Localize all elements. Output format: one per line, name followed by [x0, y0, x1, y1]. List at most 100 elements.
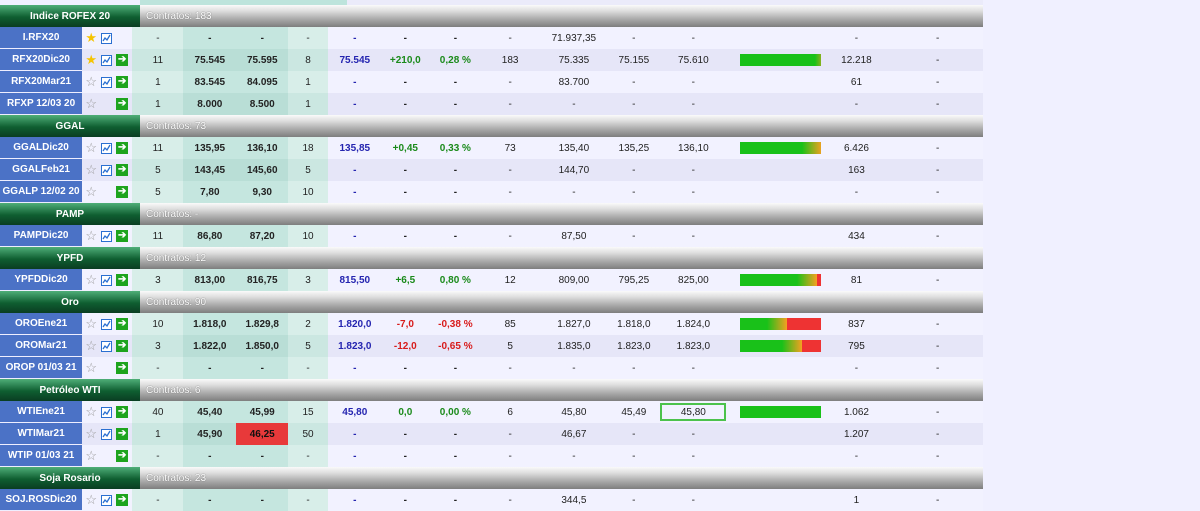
instrument-symbol[interactable]: RFX20Mar21 [0, 71, 83, 93]
bid-qty-cell[interactable]: - [132, 357, 184, 379]
ask-qty-cell[interactable]: 1 [288, 71, 328, 93]
ask-qty-cell[interactable]: 5 [288, 335, 328, 357]
ask-qty-cell[interactable]: 5 [288, 159, 328, 181]
bid-price-cell[interactable]: - [183, 357, 237, 379]
ask-price-cell[interactable]: 46,25 [236, 423, 289, 445]
chart-icon[interactable] [101, 428, 113, 440]
favorite-star-icon[interactable]: ☆ [85, 449, 97, 462]
ask-qty-cell[interactable]: 1 [288, 93, 328, 115]
chart-icon[interactable] [101, 32, 113, 44]
bid-price-cell[interactable]: 1.818,0 [183, 313, 237, 335]
instrument-symbol[interactable]: GGALP 12/02 20 [0, 181, 83, 203]
ask-price-cell[interactable]: 9,30 [236, 181, 289, 203]
instrument-symbol[interactable]: OROP 01/03 21 [0, 357, 83, 379]
ask-price-cell[interactable]: - [236, 357, 289, 379]
trade-arrow-icon[interactable]: ➔ [116, 428, 129, 440]
bid-price-cell[interactable]: 45,90 [183, 423, 237, 445]
instrument-symbol[interactable]: OROEne21 [0, 313, 83, 335]
bid-qty-cell[interactable]: 1 [132, 71, 184, 93]
instrument-symbol[interactable]: PAMPDic20 [0, 225, 83, 247]
trade-arrow-icon[interactable]: ➔ [116, 164, 129, 176]
instrument-row[interactable]: GGALDic20 ☆ ➔ 11 135,95 136,10 18 135,85 +0,45 0,… [0, 137, 983, 159]
instrument-row[interactable]: SOJ.ROSDic20 ☆ ➔ - - - - - - - -344,5- -1- [0, 489, 983, 511]
instrument-row[interactable]: RFXP 12/03 20 ☆ ➔ 1 8.000 8.500 1- - - - - - - - - [0, 93, 983, 115]
ask-price-cell[interactable]: 75.595 [236, 49, 289, 71]
bid-qty-cell[interactable]: 3 [132, 269, 184, 291]
chart-icon[interactable] [101, 494, 113, 506]
favorite-star-icon[interactable]: ☆ [85, 273, 97, 286]
trade-arrow-icon[interactable]: ➔ [116, 142, 129, 154]
instrument-row[interactable]: PAMPDic20 ☆ ➔ 11 86,80 87,20 10- - - -87,50- -434- [0, 225, 983, 247]
ask-qty-cell[interactable]: - [288, 27, 328, 49]
favorite-star-icon[interactable]: ☆ [85, 427, 97, 440]
trade-arrow-icon[interactable]: ➔ [116, 362, 129, 374]
group-name[interactable]: YPFD [0, 247, 140, 269]
instrument-row[interactable]: RFX20Dic20 ★ ➔ 11 75.545 75.595 8 75.545 +210,0 0… [0, 49, 983, 71]
bid-qty-cell[interactable]: 3 [132, 335, 184, 357]
instrument-row[interactable]: YPFDDic20 ☆ ➔ 3 813,00 816,75 3 815,50 +6,5 0,80 … [0, 269, 983, 291]
ask-price-cell[interactable]: 45,99 [236, 401, 289, 423]
instrument-symbol[interactable]: WTIEne21 [0, 401, 83, 423]
chart-icon[interactable] [101, 406, 113, 418]
group-name[interactable]: Petróleo WTI [0, 379, 140, 401]
bid-price-cell[interactable]: 813,00 [183, 269, 237, 291]
instrument-symbol[interactable]: RFX20Dic20 [0, 49, 83, 71]
bid-price-cell[interactable]: 75.545 [183, 49, 237, 71]
favorite-star-icon[interactable]: ☆ [85, 229, 97, 242]
instrument-row[interactable]: OROEne21 ☆ ➔ 10 1.818,0 1.829,8 2 1.820,0 -7,0 -0… [0, 313, 983, 335]
instrument-row[interactable]: GGALFeb21 ☆ ➔ 5 143,45 145,60 5- - - -144,70- -163… [0, 159, 983, 181]
ask-price-cell[interactable]: 8.500 [236, 93, 289, 115]
bid-qty-cell[interactable]: - [132, 489, 184, 511]
instrument-symbol[interactable]: GGALDic20 [0, 137, 83, 159]
instrument-row[interactable]: OROP 01/03 21 ☆ ➔ - - - - - - - - - - - - - [0, 357, 983, 379]
favorite-star-icon[interactable]: ☆ [85, 185, 97, 198]
instrument-symbol[interactable]: OROMar21 [0, 335, 83, 357]
ask-price-cell[interactable]: - [236, 489, 289, 511]
bid-price-cell[interactable]: 86,80 [183, 225, 237, 247]
bid-qty-cell[interactable]: 10 [132, 313, 184, 335]
ask-qty-cell[interactable]: - [288, 489, 328, 511]
instrument-row[interactable]: OROMar21 ☆ ➔ 3 1.822,0 1.850,0 5 1.823,0 -12,0 -0… [0, 335, 983, 357]
bid-price-cell[interactable]: 83.545 [183, 71, 237, 93]
ask-price-cell[interactable]: 87,20 [236, 225, 289, 247]
instrument-symbol[interactable]: WTIP 01/03 21 [0, 445, 83, 467]
trade-arrow-icon[interactable]: ➔ [116, 318, 129, 330]
ask-qty-cell[interactable]: 3 [288, 269, 328, 291]
favorite-star-icon[interactable]: ☆ [85, 97, 97, 110]
bid-price-cell[interactable]: 1.822,0 [183, 335, 237, 357]
bid-price-cell[interactable]: - [183, 445, 237, 467]
ask-qty-cell[interactable]: - [288, 445, 328, 467]
bid-qty-cell[interactable]: 11 [132, 225, 184, 247]
bid-qty-cell[interactable]: 5 [132, 159, 184, 181]
bid-price-cell[interactable]: 7,80 [183, 181, 237, 203]
chart-icon[interactable] [101, 54, 113, 66]
instrument-row[interactable]: WTIMar21 ☆ ➔ 1 45,90 46,25 50- - - -46,67- -1.207- [0, 423, 983, 445]
chart-icon[interactable] [101, 274, 113, 286]
group-name[interactable]: Oro [0, 291, 140, 313]
favorite-star-icon[interactable]: ☆ [85, 317, 97, 330]
favorite-star-icon[interactable]: ★ [85, 53, 97, 66]
bid-price-cell[interactable]: 8.000 [183, 93, 237, 115]
bid-price-cell[interactable]: 135,95 [183, 137, 237, 159]
instrument-symbol[interactable]: YPFDDic20 [0, 269, 83, 291]
bid-price-cell[interactable]: - [183, 27, 237, 49]
bid-price-cell[interactable]: 143,45 [183, 159, 237, 181]
favorite-star-icon[interactable]: ☆ [85, 405, 97, 418]
trade-arrow-icon[interactable]: ➔ [116, 98, 129, 110]
group-name[interactable]: Indice ROFEX 20 [0, 5, 140, 27]
instrument-symbol[interactable]: I.RFX20 [0, 27, 83, 49]
ask-price-cell[interactable]: 136,10 [236, 137, 289, 159]
ask-qty-cell[interactable]: 10 [288, 225, 328, 247]
bid-price-cell[interactable]: 45,40 [183, 401, 237, 423]
instrument-row[interactable]: GGALP 12/02 20 ☆ ➔ 5 7,80 9,30 10- - - - - - - - - [0, 181, 983, 203]
bid-qty-cell[interactable]: 11 [132, 49, 184, 71]
trade-arrow-icon[interactable]: ➔ [116, 186, 129, 198]
instrument-row[interactable]: WTIEne21 ☆ ➔ 40 45,40 45,99 15 45,80 0,0 0,00 % 6 4… [0, 401, 983, 423]
trade-arrow-icon[interactable]: ➔ [116, 494, 129, 506]
ask-price-cell[interactable]: 84.095 [236, 71, 289, 93]
bid-qty-cell[interactable]: 1 [132, 93, 184, 115]
ask-qty-cell[interactable]: 2 [288, 313, 328, 335]
bid-qty-cell[interactable]: - [132, 445, 184, 467]
bid-qty-cell[interactable]: 11 [132, 137, 184, 159]
ask-price-cell[interactable]: 1.850,0 [236, 335, 289, 357]
